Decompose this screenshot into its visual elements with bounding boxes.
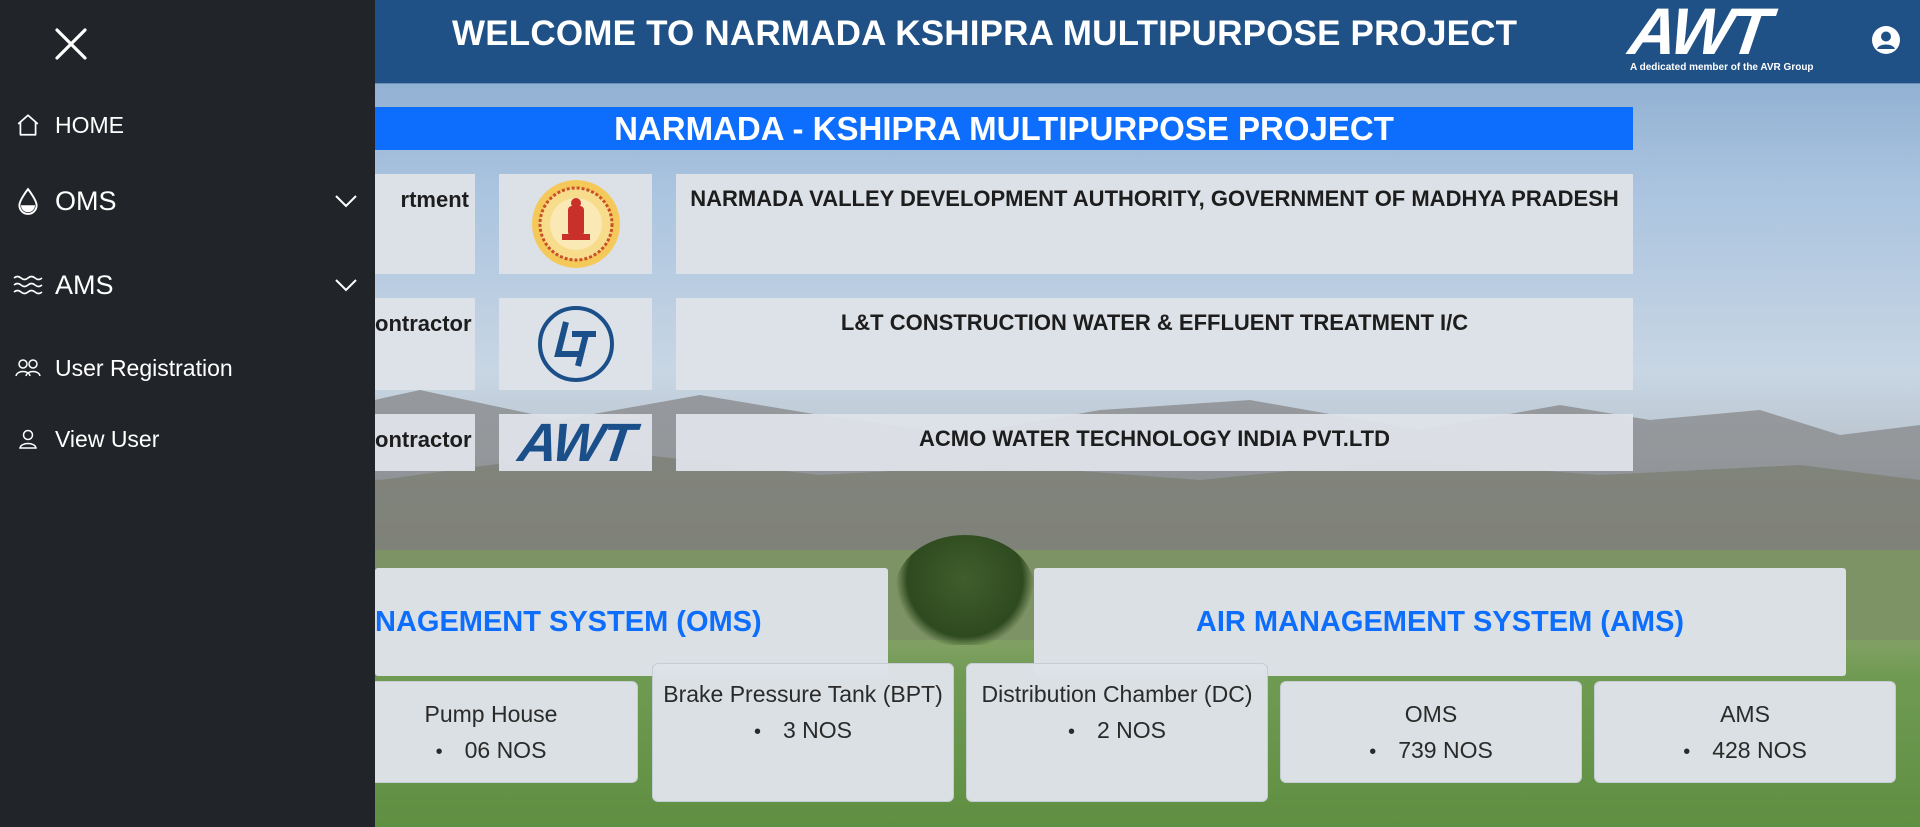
stat-card-pump-house[interactable]: Pump House 06 NOS — [344, 681, 638, 783]
sidebar-item-label: OMS — [55, 185, 117, 216]
stat-card-ams[interactable]: AMS 428 NOS — [1594, 681, 1896, 783]
stat-value: 428 NOS — [1595, 732, 1895, 770]
ams-system-card[interactable]: AIR MANAGEMENT SYSTEM (AMS) — [1034, 568, 1846, 676]
department-name: NARMADA VALLEY DEVELOPMENT AUTHORITY, GO… — [676, 174, 1633, 274]
stat-title: Pump House — [424, 701, 558, 727]
stat-value: 06 NOS — [345, 732, 637, 770]
lt-logo — [537, 306, 614, 382]
stat-title: OMS — [1404, 701, 1458, 727]
water-drop-icon — [13, 186, 43, 216]
user-circle-icon[interactable] — [1870, 24, 1902, 56]
stat-card-bpt[interactable]: Brake Pressure Tank (BPT) 3 NOS — [652, 663, 954, 802]
close-icon[interactable] — [51, 24, 91, 64]
stat-title: Distribution Chamber (DC) — [981, 681, 1253, 707]
sidebar-item-user-registration[interactable]: User Registration — [0, 343, 375, 393]
sidebar-item-oms[interactable]: OMS — [0, 176, 375, 226]
stat-card-dc[interactable]: Distribution Chamber (DC) 2 NOS — [966, 663, 1268, 802]
sidebar-item-label: User Registration — [55, 354, 233, 381]
awt-logo-cell: AWT — [499, 412, 652, 473]
sidebar-item-view-user[interactable]: View User — [0, 414, 375, 464]
stat-card-oms[interactable]: OMS 739 NOS — [1280, 681, 1582, 783]
contractor-name: L&T CONSTRUCTION WATER & EFFLUENT TREATM… — [676, 298, 1633, 390]
sidebar-nav: HOME OMS AMS User Registration View User — [0, 0, 375, 827]
sub-contractor-name: ACMO WATER TECHNOLOGY INDIA PVT.LTD — [676, 414, 1633, 471]
sub-contractor-label: ontractor — [375, 414, 475, 471]
tree-graphic — [895, 535, 1035, 645]
chevron-down-icon[interactable] — [333, 272, 359, 298]
sidebar-item-ams[interactable]: AMS — [0, 260, 375, 310]
oms-system-card[interactable]: NAGEMENT SYSTEM (OMS) — [375, 568, 888, 676]
project-banner: NARMADA - KSHIPRA MULTIPURPOSE PROJECT — [375, 107, 1633, 150]
sidebar-item-home[interactable]: HOME — [0, 100, 375, 150]
oms-system-title: NAGEMENT SYSTEM (OMS) — [375, 605, 762, 638]
sidebar-item-label: HOME — [55, 111, 124, 138]
contractor-label: ontractor — [375, 298, 475, 390]
mp-government-emblem — [531, 180, 620, 268]
stat-value: 739 NOS — [1281, 732, 1581, 770]
home-icon — [13, 110, 43, 140]
mp-government-logo-cell — [499, 174, 652, 274]
department-label: rtment — [375, 174, 475, 274]
welcome-title: WELCOME TO NARMADA KSHIPRA MULTIPURPOSE … — [452, 14, 1518, 53]
stat-value: 3 NOS — [661, 712, 945, 750]
stat-title: AMS — [1720, 701, 1770, 727]
users-icon — [13, 353, 43, 383]
sidebar-item-label: AMS — [55, 269, 114, 300]
awt-logo-text: AWT — [1624, 0, 1773, 68]
air-waves-icon — [13, 270, 43, 300]
sidebar-item-label: View User — [55, 425, 160, 452]
user-icon — [13, 424, 43, 454]
chevron-down-icon[interactable] — [333, 188, 359, 214]
lt-logo-cell — [499, 298, 652, 390]
ams-system-title: AIR MANAGEMENT SYSTEM (AMS) — [1195, 605, 1685, 638]
awt-logo: AWT — [514, 412, 637, 473]
awt-header-logo[interactable]: AWT A dedicated member of the AVR Group — [1625, 0, 1852, 76]
stat-title: Brake Pressure Tank (BPT) — [663, 681, 943, 707]
stat-value: 2 NOS — [975, 712, 1259, 750]
